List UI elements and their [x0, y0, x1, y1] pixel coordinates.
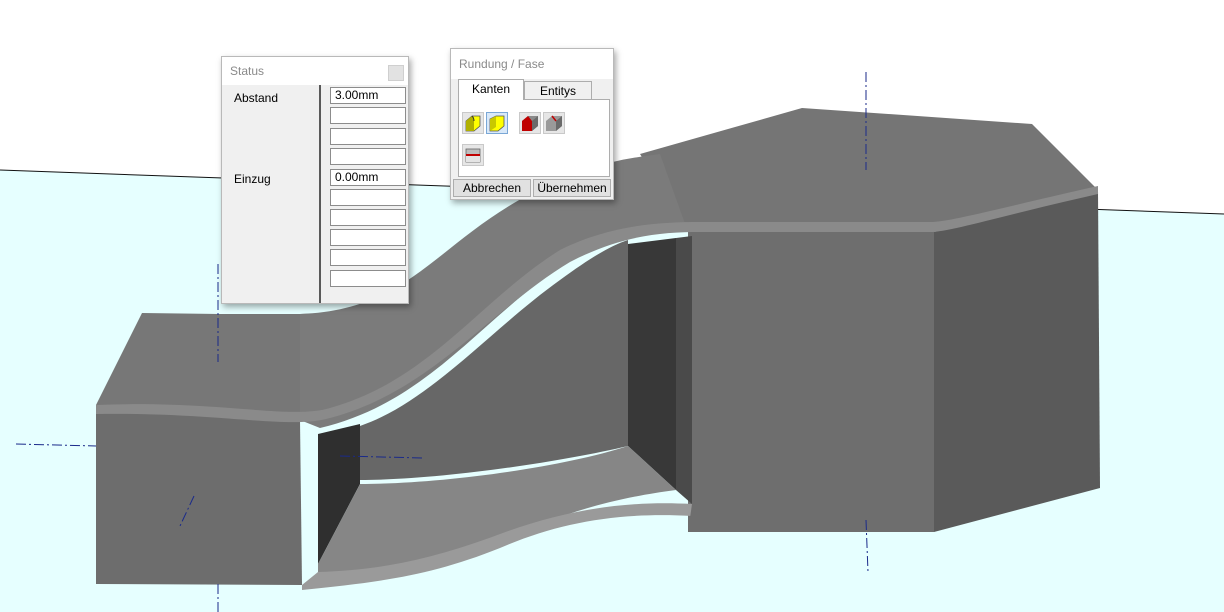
close-button[interactable] [388, 65, 404, 81]
abstand-field[interactable]: 3.00mm [330, 87, 406, 104]
tab-entitys[interactable]: Entitys [524, 81, 592, 99]
chamfer-grey-edge-icon[interactable] [543, 112, 565, 134]
channel-right-edge [676, 236, 692, 504]
status-field-empty-5[interactable] [330, 209, 406, 226]
status-field-empty-2[interactable] [330, 128, 406, 145]
rundung-fase-panel: Rundung / Fase Kanten Entitys Abbrechen … [450, 48, 614, 200]
fillet-edge-yellow-icon[interactable] [462, 112, 484, 134]
fillet-red-face-icon[interactable] [462, 144, 484, 166]
channel-right-dark-wall [628, 238, 676, 490]
status-titlebar[interactable]: Status [222, 57, 408, 85]
rundung-title: Rundung / Fase [459, 57, 545, 71]
abstand-label: Abstand [234, 91, 279, 105]
part-right-side-face [934, 190, 1100, 532]
kanten-tab-content [458, 99, 610, 177]
tab-bar: Kanten Entitys [451, 79, 613, 100]
status-field-empty-7[interactable] [330, 249, 406, 266]
status-field-empty-3[interactable] [330, 148, 406, 165]
status-panel: Status Abstand 3.00mm Einzug 0.00mm [221, 56, 409, 304]
einzug-label: Einzug [234, 172, 271, 186]
status-title: Status [230, 64, 265, 78]
status-field-empty-8[interactable] [330, 270, 406, 287]
status-field-empty-4[interactable] [330, 189, 406, 206]
einzug-field[interactable]: 0.00mm [330, 169, 406, 186]
rundung-titlebar[interactable]: Rundung / Fase [451, 49, 613, 79]
chamfer-red-edge-icon[interactable] [519, 112, 541, 134]
fillet-edge-yellow-selected-icon[interactable] [486, 112, 508, 134]
status-field-empty-1[interactable] [330, 107, 406, 124]
apply-button[interactable]: Übernehmen [533, 179, 611, 197]
part-right-front-face [688, 232, 934, 532]
part-left-front-face [96, 405, 302, 585]
status-field-empty-6[interactable] [330, 229, 406, 246]
status-divider [319, 85, 321, 303]
tab-kanten[interactable]: Kanten [458, 79, 524, 100]
cancel-button[interactable]: Abbrechen [453, 179, 531, 197]
